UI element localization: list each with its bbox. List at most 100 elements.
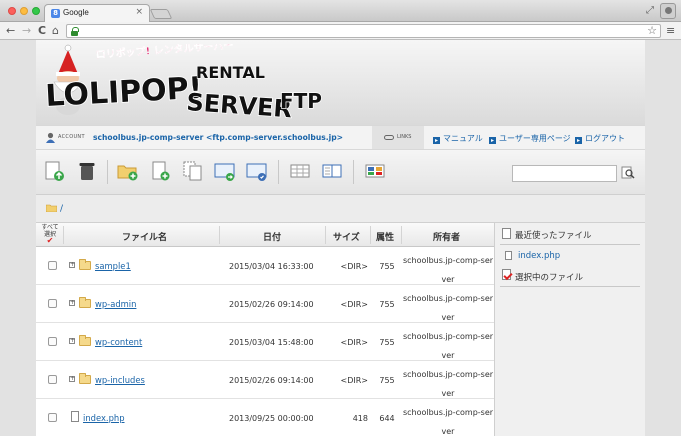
header-banner: ロリポップ! レンタルサーバー LOLIPOP! RENTAL SERVER F… (36, 40, 645, 125)
close-window-button[interactable] (8, 7, 16, 15)
file-date: 2015/02/26 09:14:00 (229, 300, 314, 309)
table-row[interactable]: index.php 2013/09/25 00:00:00 418 644 sc… (36, 399, 494, 436)
address-bar[interactable]: ☆ (66, 24, 661, 38)
search-input[interactable] (512, 165, 617, 182)
column-header-size[interactable]: サイズ (333, 230, 360, 243)
nav-link-manual[interactable]: ▸ マニュアル (433, 133, 483, 144)
reload-button[interactable]: C (38, 24, 46, 38)
breadcrumb: / (36, 195, 645, 222)
upload-icon[interactable] (44, 160, 66, 182)
logo-rental: RENTAL (196, 63, 265, 82)
maximize-window-button[interactable] (32, 7, 40, 15)
file-owner: schoolbus.jp-comp-server (402, 294, 494, 322)
file-owner: schoolbus.jp-comp-server (402, 256, 494, 284)
arrow-bullet-icon: ▸ (433, 137, 440, 144)
expand-icon[interactable]: + (69, 376, 75, 382)
column-header-owner[interactable]: 所有者 (433, 230, 460, 243)
check-icon: ✔ (46, 236, 54, 245)
account-bar: ACCOUNT schoolbus.jp-comp-server <ftp.co… (36, 125, 645, 150)
account-user-icon (46, 132, 55, 143)
logo-server: SERVER (186, 88, 293, 120)
file-date: 2015/03/04 16:33:00 (229, 262, 314, 271)
forward-button[interactable]: → (22, 24, 31, 38)
selected-files-label: 選択中のファイル (515, 273, 584, 283)
tab-title: Google (63, 8, 89, 17)
divider (500, 244, 640, 245)
table-row[interactable]: + wp-content 2015/03/04 15:48:00 <DIR> 7… (36, 323, 494, 361)
file-attr: 755 (379, 262, 395, 271)
trash-icon[interactable] (76, 160, 98, 182)
column-divider (401, 226, 402, 244)
file-date: 2015/02/26 09:14:00 (229, 376, 314, 385)
file-size: <DIR> (340, 338, 368, 347)
file-name-link[interactable]: wp-content (95, 337, 142, 347)
minimize-window-button[interactable] (20, 7, 28, 15)
logo-lolipop: LOLIPOP! (45, 71, 204, 114)
recent-file-link[interactable]: index.php (518, 251, 560, 261)
lock-icon (71, 27, 79, 36)
folder-icon (79, 373, 91, 384)
new-folder-icon[interactable] (116, 160, 138, 182)
file-owner: schoolbus.jp-comp-server (402, 408, 494, 436)
recent-files-header: 最近使ったファイル (495, 224, 646, 244)
search-icon[interactable] (621, 166, 635, 180)
table-row[interactable]: + sample1 2015/03/04 16:33:00 <DIR> 755 … (36, 247, 494, 285)
file-icon (71, 411, 79, 422)
new-file-icon[interactable] (150, 160, 172, 182)
expand-icon[interactable]: + (69, 338, 75, 344)
account-label: ACCOUNT (58, 134, 85, 140)
lolipop-ftp-logo[interactable]: ロリポップ! レンタルサーバー LOLIPOP! RENTAL SERVER F… (44, 44, 330, 120)
move-icon[interactable] (214, 160, 236, 182)
file-icon (505, 251, 512, 260)
file-name-link[interactable]: index.php (83, 413, 125, 423)
copy-files-icon[interactable] (182, 160, 204, 182)
back-button[interactable]: ← (6, 24, 15, 38)
browser-tab[interactable]: 8 Google × (44, 4, 150, 22)
logo-ftp: FTP (280, 89, 322, 113)
table-header: すべて 選択 ✔ ファイル名 日付 サイズ 属性 所有者 (36, 222, 494, 247)
folder-icon (79, 259, 91, 270)
fullscreen-icon[interactable]: ⤢ (646, 5, 654, 16)
bookmark-star-icon[interactable]: ☆ (647, 24, 657, 37)
nav-link-user-page[interactable]: ▸ ユーザー専用ページ (489, 133, 571, 144)
side-panel: 最近使ったファイル index.php 選択中のファイル (494, 222, 645, 436)
browser-menu-icon[interactable]: ≡ (666, 24, 675, 37)
column-header-filename[interactable]: ファイル名 (122, 230, 167, 243)
file-date: 2013/09/25 00:00:00 (229, 414, 314, 423)
divider (500, 286, 640, 287)
panel-view-icon[interactable] (321, 160, 343, 182)
breadcrumb-root-link[interactable]: / (60, 204, 63, 214)
table-row[interactable]: + wp-admin 2015/02/26 09:14:00 <DIR> 755… (36, 285, 494, 323)
row-checkbox[interactable] (48, 375, 57, 384)
thumbnail-view-icon[interactable] (364, 160, 386, 182)
tab-close-icon[interactable]: × (135, 7, 143, 17)
table-row[interactable]: + wp-includes 2015/02/26 09:14:00 <DIR> … (36, 361, 494, 399)
column-divider (370, 226, 371, 244)
row-checkbox[interactable] (48, 413, 57, 422)
select-all-button[interactable]: すべて 選択 ✔ (40, 224, 60, 245)
folder-icon (79, 335, 91, 346)
rename-icon[interactable] (246, 160, 268, 182)
expand-icon[interactable]: + (69, 262, 75, 268)
file-owner: schoolbus.jp-comp-server (402, 332, 494, 360)
row-checkbox[interactable] (48, 299, 57, 308)
nav-link-logout[interactable]: ▸ ログアウト (575, 133, 625, 144)
file-name-link[interactable]: wp-admin (95, 299, 136, 309)
folder-icon (46, 204, 57, 212)
document-icon (502, 228, 511, 239)
file-name-link[interactable]: wp-includes (95, 375, 145, 385)
column-header-attr[interactable]: 属性 (376, 230, 394, 243)
profile-avatar-icon[interactable] (660, 3, 676, 19)
column-header-date[interactable]: 日付 (263, 230, 281, 243)
row-checkbox[interactable] (48, 337, 57, 346)
links-section: LINKS (372, 126, 424, 149)
list-view-icon[interactable] (289, 160, 311, 182)
new-tab-button[interactable] (149, 9, 173, 19)
expand-icon[interactable]: + (69, 300, 75, 306)
file-name-link[interactable]: sample1 (95, 261, 131, 271)
page-background: ロリポップ! レンタルサーバー LOLIPOP! RENTAL SERVER F… (0, 40, 681, 436)
file-size: <DIR> (340, 300, 368, 309)
home-button[interactable]: ⌂ (52, 24, 59, 38)
row-checkbox[interactable] (48, 261, 57, 270)
selected-files-header: 選択中のファイル (495, 266, 646, 286)
